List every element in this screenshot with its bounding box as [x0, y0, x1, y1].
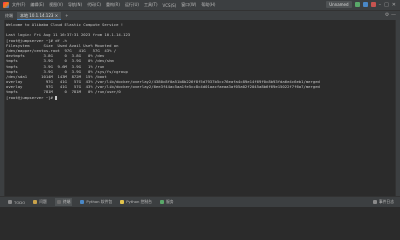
- close-icon[interactable]: ✕: [392, 2, 396, 8]
- toolwindow-label: Python 控制台: [126, 199, 152, 204]
- terminal-output[interactable]: Welcome to Alibaba Cloud Elastic Compute…: [6, 22, 394, 194]
- terminal-icon: [56, 200, 61, 204]
- services-icon: [159, 200, 164, 204]
- tab-title: 本地 10.1.14.123 ×: [20, 12, 59, 18]
- terminal-prompt: [root@jumpserver ~]#: [6, 94, 56, 100]
- toolwindow-terminal[interactable]: 终端: [54, 198, 73, 206]
- python-console-icon: [120, 200, 125, 204]
- menu-file[interactable]: 文件(F): [12, 2, 25, 8]
- toolwindow-label: Python 软件包: [86, 199, 113, 204]
- run-config-select[interactable]: Unnamed: [326, 1, 352, 8]
- menu-view[interactable]: 视图(V): [49, 2, 63, 8]
- stop-icon[interactable]: [370, 2, 376, 7]
- terminal-tab-bar: 终端 本地 10.1.14.123 × + ⚙ —: [0, 10, 400, 20]
- panel-options[interactable]: ⚙ —: [385, 12, 396, 18]
- minimize-icon[interactable]: –: [379, 2, 382, 8]
- run-icon[interactable]: [354, 2, 360, 7]
- menu-bar: 文件(F) 编辑(E) 视图(V) 导航(N) 代码(C) 重构(R) 运行(U…: [0, 0, 400, 10]
- toolwindow-problems[interactable]: 问题: [33, 199, 47, 205]
- list-icon: [8, 200, 12, 204]
- menu-navigate[interactable]: 导航(N): [68, 2, 82, 8]
- event-log-button[interactable]: 事件日志: [372, 199, 394, 205]
- toolwindow-label: TODO: [14, 199, 26, 205]
- menu-edit[interactable]: 编辑(E): [30, 2, 44, 8]
- debug-icon[interactable]: [362, 2, 368, 7]
- menu-vcs[interactable]: VCS(S): [163, 3, 177, 8]
- toolbar-right: Unnamed – □ ✕: [326, 1, 396, 8]
- tool-window-bar: TODO 问题 终端 Python 软件包 Python 控制台 服务 事件日志: [0, 196, 400, 207]
- problems-icon: [33, 200, 38, 204]
- maximize-icon[interactable]: □: [384, 2, 389, 8]
- new-tab-button[interactable]: +: [65, 13, 68, 18]
- terminal-prompt-line[interactable]: [root@jumpserver ~]#: [6, 95, 394, 100]
- menu-tools[interactable]: 工具(T): [144, 2, 158, 8]
- toolwindow-label: 终端: [62, 199, 71, 204]
- menu-run[interactable]: 运行(U): [125, 2, 139, 8]
- tab-local-session[interactable]: 本地 10.1.14.123 ×: [17, 11, 62, 20]
- toolwindow-label: 问题: [39, 199, 47, 204]
- left-tool-strip: [0, 20, 5, 196]
- menu-code[interactable]: 代码(C): [87, 2, 101, 8]
- toolwindow-python-packages[interactable]: Python 软件包: [80, 199, 112, 205]
- event-log-label: 事件日志: [378, 199, 394, 204]
- pycharm-logo-icon: [3, 2, 9, 8]
- package-icon: [80, 200, 85, 204]
- menu-help[interactable]: 帮助(H): [201, 2, 215, 8]
- menu-window[interactable]: 窗口(W): [181, 2, 196, 8]
- toolwindow-label: 服务: [165, 199, 174, 204]
- menu-refactor[interactable]: 重构(R): [106, 2, 120, 8]
- right-tool-strip: [395, 20, 400, 196]
- toolwindow-python-console[interactable]: Python 控制台: [120, 199, 152, 205]
- toolwindow-services[interactable]: 服务: [159, 199, 174, 205]
- event-log-icon: [372, 200, 377, 204]
- terminal-panel-title: 终端: [5, 12, 13, 18]
- toolwindow-todo[interactable]: TODO: [8, 200, 25, 205]
- terminal-cursor: [55, 95, 58, 100]
